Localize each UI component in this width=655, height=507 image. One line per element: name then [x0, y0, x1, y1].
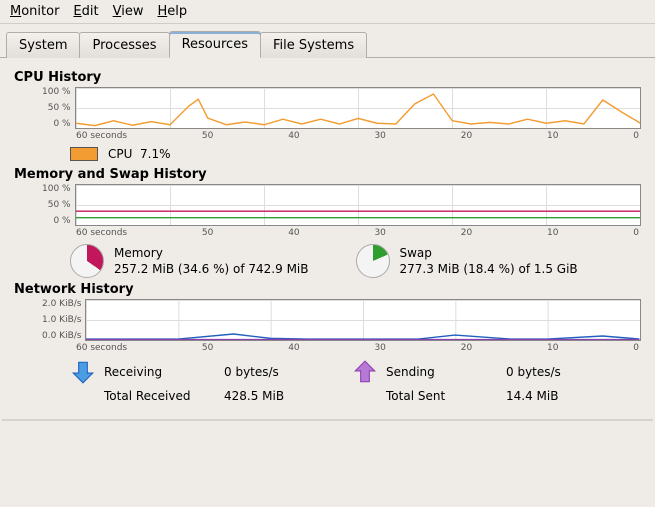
tab-system[interactable]: System: [6, 32, 80, 58]
sending-label: Sending: [386, 365, 506, 379]
network-history-title: Network History: [14, 282, 641, 297]
memory-legend-item: Memory 257.2 MiB (34.6 %) of 742.9 MiB: [70, 244, 356, 278]
memory-pie-icon: [70, 244, 104, 278]
cpu-x-axis: 60 seconds 50 40 30 20 10 0: [76, 131, 639, 141]
tab-resources[interactable]: Resources: [169, 31, 261, 58]
ytick: 1.0 KiB/s: [42, 315, 81, 325]
menu-edit[interactable]: Edit: [73, 4, 98, 19]
xtick: 0: [633, 228, 639, 238]
xtick: 60 seconds: [76, 343, 127, 353]
cpu-legend-label: CPU 7.1%: [108, 147, 171, 161]
cpu-legend: CPU 7.1%: [70, 147, 641, 161]
xtick: 10: [547, 131, 558, 141]
ytick: 100 %: [42, 87, 71, 97]
ytick: 0 %: [53, 216, 70, 226]
statusbar: [2, 419, 653, 421]
sending-rate: 0 bytes/s: [506, 365, 606, 379]
mem-x-axis: 60 seconds 50 40 30 20 10 0: [76, 228, 639, 238]
xtick: 0: [633, 131, 639, 141]
net-x-axis: 60 seconds 50 40 30 20 10 0: [76, 343, 639, 353]
xtick: 40: [288, 343, 299, 353]
swap-label: Swap: [400, 246, 578, 260]
ytick: 0.0 KiB/s: [42, 331, 81, 341]
menu-monitor[interactable]: Monitor: [10, 4, 59, 19]
xtick: 50: [202, 343, 213, 353]
xtick: 30: [374, 131, 385, 141]
mem-y-axis: 100 % 50 % 0 %: [42, 184, 75, 226]
memory-swap-title: Memory and Swap History: [14, 167, 641, 182]
cpu-history-title: CPU History: [14, 70, 641, 85]
net-chart: 2.0 KiB/s 1.0 KiB/s 0.0 KiB/s: [42, 299, 641, 341]
tab-processes[interactable]: Processes: [79, 32, 169, 58]
mem-plot: [75, 184, 641, 226]
xtick: 60 seconds: [76, 228, 127, 238]
cpu-y-axis: 100 % 50 % 0 %: [42, 87, 75, 129]
tab-file-systems[interactable]: File Systems: [260, 32, 367, 58]
ytick: 100 %: [42, 184, 71, 194]
memswap-legend: Memory 257.2 MiB (34.6 %) of 742.9 MiB S…: [70, 244, 641, 278]
ytick: 0 %: [53, 119, 70, 129]
menu-help[interactable]: Help: [157, 4, 187, 19]
menu-view[interactable]: View: [113, 4, 144, 19]
ytick: 50 %: [48, 103, 71, 113]
receiving-label: Receiving: [104, 365, 224, 379]
xtick: 20: [461, 228, 472, 238]
upload-arrow-icon: [352, 359, 378, 385]
cpu-swatch: [70, 147, 98, 161]
menubar: Monitor Edit View Help: [0, 0, 655, 24]
xtick: 10: [547, 228, 558, 238]
xtick: 40: [288, 131, 299, 141]
ytick: 50 %: [48, 200, 71, 210]
swap-pie-icon: [356, 244, 390, 278]
swap-legend-item: Swap 277.3 MiB (18.4 %) of 1.5 GiB: [356, 244, 642, 278]
resources-panel: CPU History 100 % 50 % 0 % 60 seconds 50…: [0, 58, 655, 413]
xtick: 20: [461, 343, 472, 353]
xtick: 30: [374, 228, 385, 238]
total-sent-label: Total Sent: [386, 389, 506, 403]
swap-text: 277.3 MiB (18.4 %) of 1.5 GiB: [400, 262, 578, 276]
total-received-value: 428.5 MiB: [224, 389, 324, 403]
tabbar: System Processes Resources File Systems: [0, 24, 655, 58]
xtick: 10: [547, 343, 558, 353]
mem-chart: 100 % 50 % 0 %: [42, 184, 641, 226]
xtick: 40: [288, 228, 299, 238]
net-y-axis: 2.0 KiB/s 1.0 KiB/s 0.0 KiB/s: [42, 299, 85, 341]
memory-text: 257.2 MiB (34.6 %) of 742.9 MiB: [114, 262, 308, 276]
download-arrow-icon: [70, 359, 96, 385]
xtick: 50: [202, 131, 213, 141]
cpu-plot: [75, 87, 641, 129]
xtick: 50: [202, 228, 213, 238]
total-sent-value: 14.4 MiB: [506, 389, 606, 403]
memory-label: Memory: [114, 246, 308, 260]
xtick: 20: [461, 131, 472, 141]
ytick: 2.0 KiB/s: [42, 299, 81, 309]
xtick: 60 seconds: [76, 131, 127, 141]
total-received-label: Total Received: [104, 389, 224, 403]
xtick: 30: [374, 343, 385, 353]
cpu-chart: 100 % 50 % 0 %: [42, 87, 641, 129]
net-plot: [85, 299, 641, 341]
receiving-rate: 0 bytes/s: [224, 365, 324, 379]
network-legend: Receiving 0 bytes/s Sending 0 bytes/s To…: [70, 359, 641, 403]
xtick: 0: [633, 343, 639, 353]
